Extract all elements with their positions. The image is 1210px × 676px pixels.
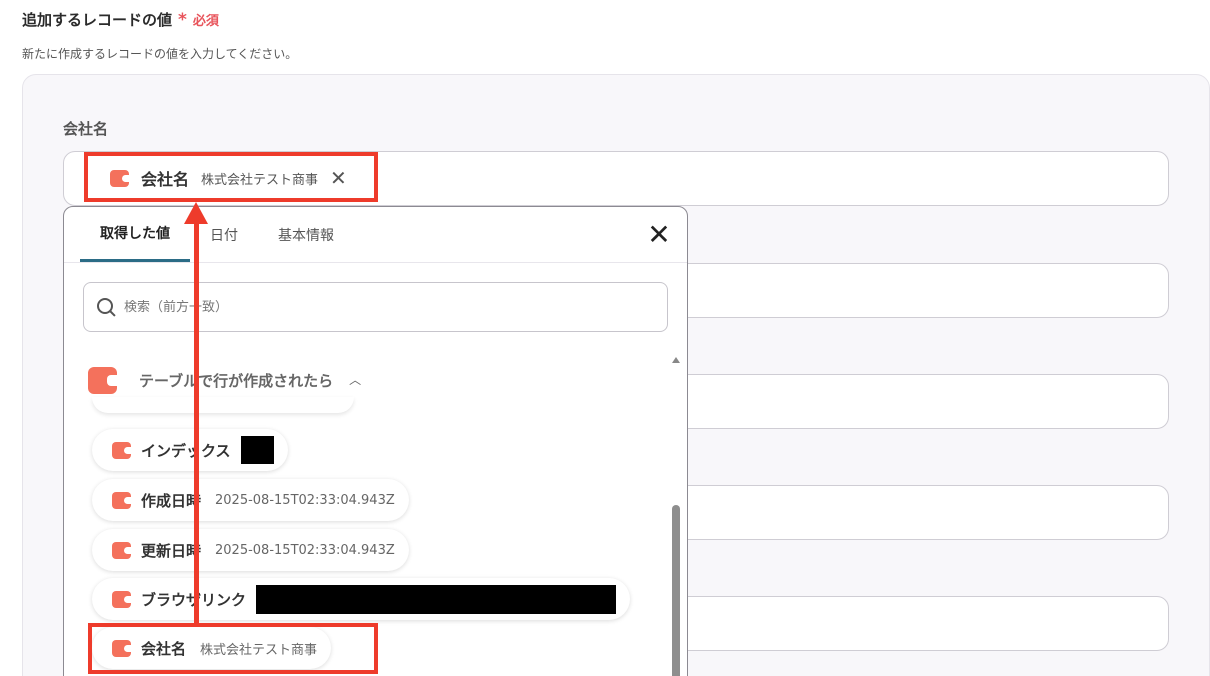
search-icon [96, 297, 116, 317]
required-label: 必須 [192, 14, 219, 29]
section-title-text: 追加するレコードの値 [22, 11, 173, 29]
scrollbar-thumb[interactable] [672, 505, 680, 676]
list-item-updated-at[interactable]: 更新日時 2025-08-15T02:33:04.943Z [92, 529, 409, 571]
picker-tabs: 取得した値 日付 基本情報 [80, 207, 354, 262]
scrollbar[interactable] [671, 357, 681, 676]
highlight-box-chip [84, 152, 378, 202]
list-item-created-at[interactable]: 作成日時 2025-08-15T02:33:04.943Z [92, 479, 409, 521]
coda-app-icon [88, 367, 117, 394]
highlight-box-company-item [88, 623, 378, 674]
annotation-arrow-shaft [194, 221, 199, 625]
annotation-arrow-up-icon [184, 202, 208, 224]
redacted-value [256, 584, 617, 614]
item-name: インデックス [141, 441, 231, 460]
list-item-browser-link[interactable]: ブラウザリンク [92, 578, 631, 620]
item-value: 2025-08-15T02:33:04.943Z [215, 542, 395, 558]
section-title: 追加するレコードの値 * 必須 [22, 9, 219, 30]
tab-acquired-values[interactable]: 取得した値 [80, 207, 190, 262]
tabs-divider [64, 262, 687, 263]
trigger-group-header[interactable]: テーブルで行が作成されたら ︿ [88, 367, 361, 394]
item-value: 2025-08-15T02:33:04.943Z [215, 492, 395, 508]
group-title: テーブルで行が作成されたら [139, 372, 334, 390]
item-name: 作成日時 [141, 491, 202, 510]
list-item-index[interactable]: インデックス [92, 429, 288, 471]
coda-app-icon [112, 491, 131, 509]
value-picker-dropdown: 取得した値 日付 基本情報 ✕ テーブルで行が作成されたら ︿ インデックス 作… [63, 206, 688, 676]
coda-app-icon [112, 541, 131, 559]
search-field[interactable] [83, 282, 668, 332]
tab-basic-info[interactable]: 基本情報 [258, 207, 354, 262]
list-item-partial[interactable] [92, 397, 354, 413]
search-input[interactable] [124, 299, 644, 315]
scroll-up-arrow-icon[interactable] [672, 357, 680, 363]
field-label-company-name: 会社名 [63, 120, 109, 138]
item-name: 更新日時 [141, 541, 202, 560]
redacted-value [240, 436, 274, 464]
chevron-up-icon[interactable]: ︿ [349, 371, 361, 388]
close-icon[interactable]: ✕ [645, 221, 673, 249]
coda-app-icon [112, 441, 131, 459]
coda-app-icon [112, 590, 131, 608]
required-star: * [178, 10, 187, 30]
section-description: 新たに作成するレコードの値を入力してください。 [22, 47, 298, 61]
